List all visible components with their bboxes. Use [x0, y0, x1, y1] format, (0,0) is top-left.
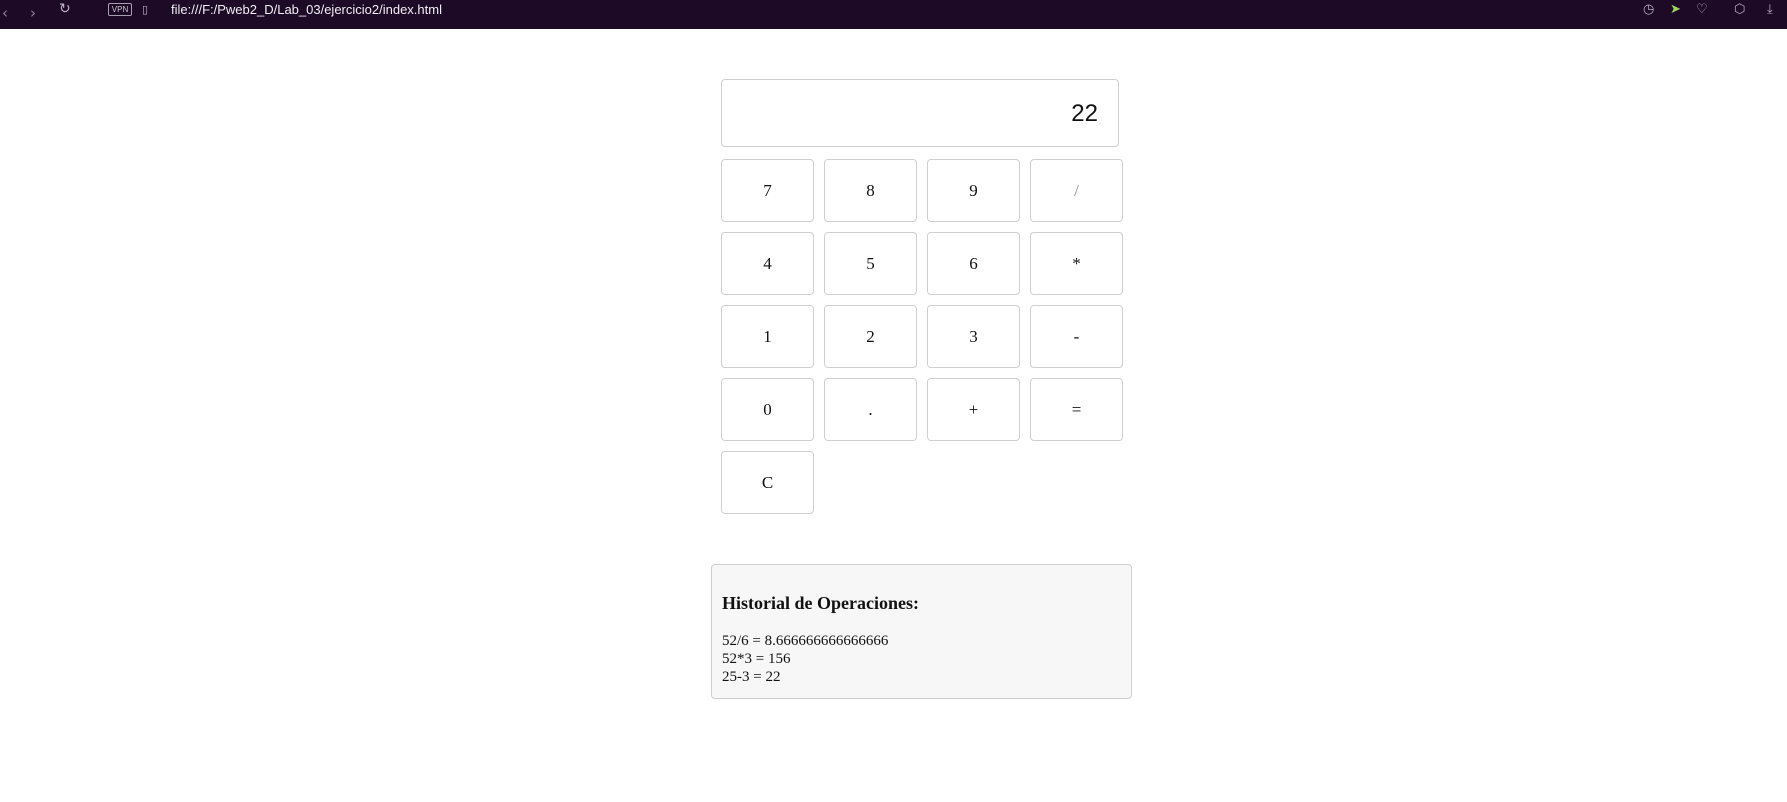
key-equals-button[interactable]: =	[1030, 378, 1123, 441]
vpn-badge[interactable]: VPN	[108, 3, 132, 16]
page-icon: ▯	[142, 3, 149, 16]
key-digit-7-button[interactable]: 7	[721, 159, 814, 222]
send-icon[interactable]: ➤	[1670, 0, 1681, 19]
key-digit-6-button[interactable]: 6	[927, 232, 1020, 295]
key-digit-1-button[interactable]: 1	[721, 305, 814, 368]
key-digit-3-button[interactable]: 3	[927, 305, 1020, 368]
key-decimal-button[interactable]: .	[824, 378, 917, 441]
key-digit-9-button[interactable]: 9	[927, 159, 1020, 222]
history-entry: 25-3 = 22	[722, 669, 781, 685]
history-entry: 52*3 = 156	[722, 651, 791, 667]
calculator-display: 22	[721, 79, 1119, 147]
forward-icon[interactable]: ›	[30, 0, 36, 29]
key-digit-5-button[interactable]: 5	[824, 232, 917, 295]
history-entry: 52/6 = 8.666666666666666	[722, 633, 889, 649]
history-panel: Historial de Operaciones: 52/6 = 8.66666…	[711, 564, 1132, 699]
calculator-keypad: 7 8 9/ 4 5 6 * 1 2 3- 0. + = C	[721, 159, 1123, 514]
key-multiply-button[interactable]: *	[1030, 232, 1123, 295]
key-divide-button[interactable]: /	[1030, 159, 1123, 222]
key-subtract-button[interactable]: -	[1030, 305, 1123, 368]
key-digit-0-button[interactable]: 0	[721, 378, 814, 441]
box-icon[interactable]: ⬡	[1734, 0, 1745, 19]
key-digit-4-button[interactable]: 4	[721, 232, 814, 295]
back-icon[interactable]: ‹	[2, 0, 8, 29]
browser-toolbar: ‹ › ↻ VPN ▯ file:///F:/Pweb2_D/Lab_03/ej…	[0, 0, 1787, 29]
camera-icon[interactable]: ◷	[1643, 0, 1654, 19]
reload-icon[interactable]: ↻	[59, 0, 71, 29]
download-icon[interactable]: ⤓	[1767, 0, 1773, 19]
key-add-button[interactable]: +	[927, 378, 1020, 441]
key-digit-2-button[interactable]: 2	[824, 305, 917, 368]
key-clear-button[interactable]: C	[721, 451, 814, 514]
heart-icon[interactable]: ♡	[1696, 0, 1708, 19]
history-title: Historial de Operaciones:	[722, 593, 919, 613]
address-bar[interactable]: file:///F:/Pweb2_D/Lab_03/ejercicio2/ind…	[171, 0, 442, 29]
key-digit-8-button[interactable]: 8	[824, 159, 917, 222]
